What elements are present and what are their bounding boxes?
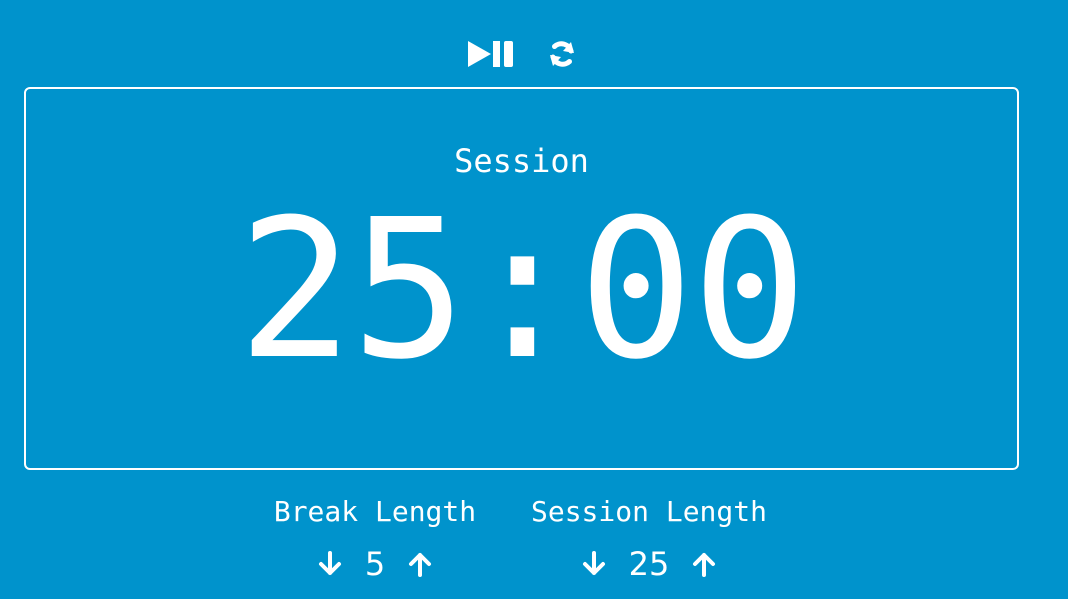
timer-display: Session 25:00 xyxy=(24,87,1019,470)
session-increment-button[interactable] xyxy=(689,549,719,579)
break-length-control: Break Length 5 xyxy=(240,492,510,586)
arrow-up-icon xyxy=(409,553,432,577)
break-length-row: 5 xyxy=(240,542,510,586)
session-length-control: Session Length 25 xyxy=(514,492,784,586)
arrow-down-icon xyxy=(582,551,605,575)
break-increment-button[interactable] xyxy=(405,549,435,579)
play-pause-icon xyxy=(468,41,513,67)
time-left: 25:00 xyxy=(237,179,808,402)
session-length-value: 25 xyxy=(628,545,670,583)
timer-controls xyxy=(0,36,1068,72)
break-decrement-button[interactable] xyxy=(315,549,345,579)
session-length-row: 25 xyxy=(514,542,784,586)
session-decrement-button[interactable] xyxy=(579,549,609,579)
reset-button[interactable] xyxy=(543,36,581,72)
refresh-icon xyxy=(550,41,574,67)
arrow-down-icon xyxy=(318,551,341,575)
session-length-label: Session Length xyxy=(530,495,767,528)
break-length-label: Break Length xyxy=(273,495,477,528)
break-length-value: 5 xyxy=(364,545,386,583)
arrow-up-icon xyxy=(693,553,716,577)
play-pause-button[interactable] xyxy=(462,36,520,72)
timer-label: Session xyxy=(454,142,589,180)
